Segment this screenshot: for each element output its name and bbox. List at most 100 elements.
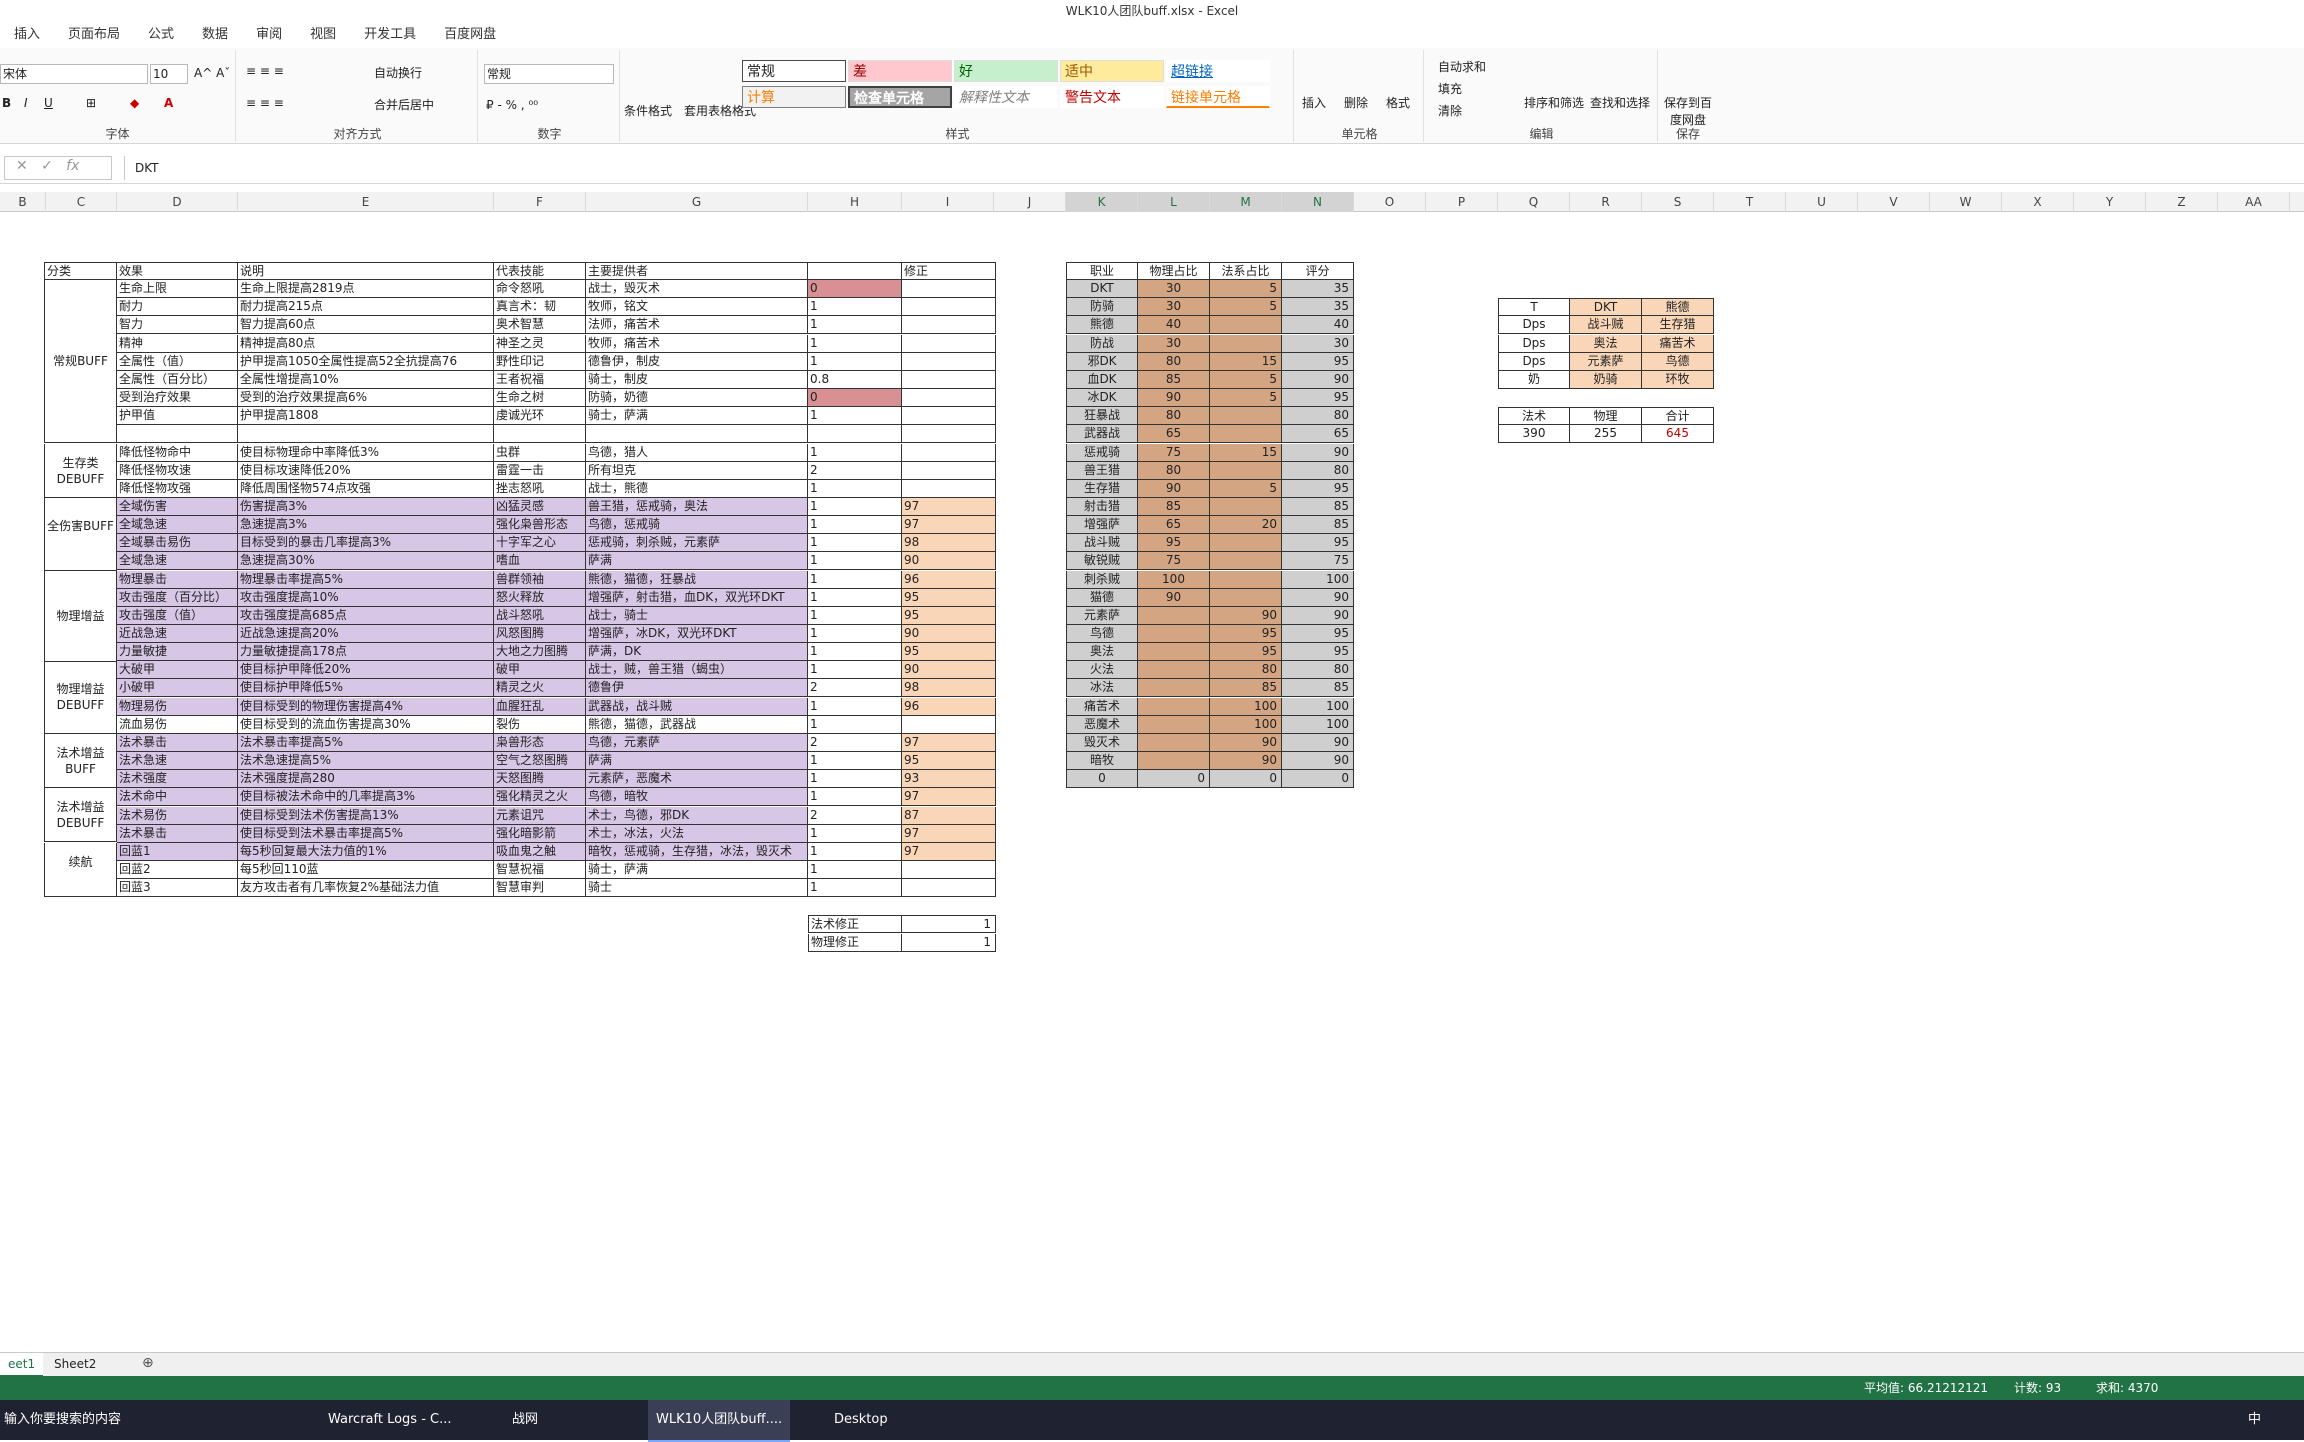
buff-cell[interactable]: 近战急速 — [117, 625, 238, 643]
buff-cell[interactable]: 法术强度提高280 — [238, 770, 494, 788]
buff-value[interactable]: 1 — [808, 298, 902, 316]
team-cell[interactable]: DKT — [1570, 298, 1642, 316]
buff-cell[interactable]: 目标受到的暴击几率提高3% — [238, 534, 494, 552]
buff-cell[interactable]: 所有坦克 — [586, 462, 808, 480]
class-cell[interactable]: 40 — [1138, 316, 1210, 334]
cancel-icon[interactable]: ✕ ✓ fx — [16, 158, 79, 174]
buff-cell[interactable]: 降低周围怪物574点攻强 — [238, 480, 494, 498]
autosum-button[interactable]: 自动求和 — [1438, 58, 1486, 75]
class-cell[interactable]: 奥法 — [1066, 643, 1138, 661]
buff-modifier[interactable] — [902, 879, 996, 897]
buff-modifier[interactable]: 98 — [902, 534, 996, 552]
buff-value[interactable]: 1 — [808, 661, 902, 679]
buff-modifier[interactable] — [902, 407, 996, 425]
buff-cell[interactable]: 伤害提高3% — [238, 498, 494, 516]
buff-cell[interactable]: 战士，毁灭术 — [586, 280, 808, 298]
class-cell[interactable]: 15 — [1210, 444, 1282, 462]
align-left-icon[interactable]: ≡ ≡ ≡ — [246, 96, 284, 110]
modifier-value[interactable]: 1 — [902, 915, 996, 933]
class-cell[interactable]: 30 — [1282, 335, 1354, 353]
class-cell[interactable]: 0 — [1138, 770, 1210, 788]
buff-cell[interactable]: 武器战，战斗贼 — [586, 698, 808, 716]
class-cell[interactable] — [1138, 661, 1210, 679]
class-cell[interactable]: 100 — [1210, 716, 1282, 734]
buff-cell[interactable]: 全域急速 — [117, 552, 238, 570]
style-neutral[interactable]: 适中 — [1060, 60, 1164, 82]
buff-header[interactable]: 说明 — [238, 262, 494, 280]
buff-cell[interactable]: 惩戒骑，刺杀贼，元素萨 — [586, 534, 808, 552]
buff-cell[interactable]: 风怒图腾 — [494, 625, 586, 643]
buff-cell[interactable]: 物理易伤 — [117, 698, 238, 716]
class-cell[interactable]: 100 — [1282, 716, 1354, 734]
buff-value[interactable]: 1 — [808, 625, 902, 643]
conditional-format-button[interactable]: 条件格式 — [624, 102, 672, 119]
buff-cell[interactable]: 强化精灵之火 — [494, 788, 586, 806]
category-label[interactable]: 常规BUFF — [44, 280, 117, 443]
class-cell[interactable]: 战斗贼 — [1066, 534, 1138, 552]
buff-cell[interactable]: 兽群领袖 — [494, 571, 586, 589]
class-cell[interactable] — [1138, 752, 1210, 770]
buff-cell[interactable]: 法术暴击 — [117, 734, 238, 752]
team-total[interactable]: 645 — [1642, 425, 1714, 443]
merge-center-button[interactable]: 合并后居中 — [374, 96, 434, 113]
team-total-header[interactable]: 物理 — [1570, 407, 1642, 425]
buff-value[interactable]: 1 — [808, 498, 902, 516]
buff-modifier[interactable] — [902, 371, 996, 389]
team-total-header[interactable]: 法术 — [1498, 407, 1570, 425]
buff-cell[interactable]: 虔诚光环 — [494, 407, 586, 425]
buff-value[interactable]: 2 — [808, 807, 902, 825]
sort-filter-button[interactable]: 排序和筛选 — [1524, 94, 1584, 111]
format-button[interactable]: 格式 — [1386, 94, 1410, 111]
category-label[interactable]: 物理增益DEBUFF — [44, 661, 117, 734]
number-format-select[interactable]: 常规 — [484, 64, 614, 84]
buff-cell[interactable]: 雷霆一击 — [494, 462, 586, 480]
class-cell[interactable]: 75 — [1138, 552, 1210, 570]
buff-value[interactable]: 1 — [808, 788, 902, 806]
class-cell[interactable]: 痛苦术 — [1066, 698, 1138, 716]
buff-cell[interactable]: 牧师，痛苦术 — [586, 335, 808, 353]
column-header[interactable]: U — [1786, 192, 1858, 212]
buff-cell[interactable]: 凶猛灵感 — [494, 498, 586, 516]
tab-formulas[interactable]: 公式 — [134, 22, 188, 48]
class-cell[interactable]: 15 — [1210, 353, 1282, 371]
class-cell[interactable]: 熊德 — [1066, 316, 1138, 334]
buff-cell[interactable]: 小破甲 — [117, 679, 238, 697]
class-cell[interactable]: 刺杀贼 — [1066, 571, 1138, 589]
class-cell[interactable]: 敏锐贼 — [1066, 552, 1138, 570]
buff-cell[interactable]: 真言术：韧 — [494, 298, 586, 316]
buff-value[interactable]: 1 — [808, 407, 902, 425]
buff-cell[interactable]: 回蓝1 — [117, 843, 238, 861]
class-cell[interactable] — [1210, 425, 1282, 443]
buff-cell[interactable]: 力量敏捷 — [117, 643, 238, 661]
tab-baidu[interactable]: 百度网盘 — [430, 22, 510, 48]
buff-cell[interactable]: 使目标物理命中率降低3% — [238, 444, 494, 462]
class-cell[interactable]: 鸟德 — [1066, 625, 1138, 643]
column-header[interactable]: X — [2002, 192, 2074, 212]
tab-review[interactable]: 审阅 — [242, 22, 296, 48]
class-cell[interactable]: 90 — [1210, 752, 1282, 770]
class-cell[interactable]: 80 — [1138, 407, 1210, 425]
class-cell[interactable] — [1138, 734, 1210, 752]
class-cell[interactable]: 0 — [1066, 770, 1138, 788]
buff-value[interactable]: 1 — [808, 316, 902, 334]
class-cell[interactable]: 90 — [1282, 444, 1354, 462]
column-header[interactable]: Z — [2146, 192, 2218, 212]
buff-modifier[interactable]: 95 — [902, 643, 996, 661]
wrap-text-button[interactable]: 自动换行 — [374, 64, 422, 81]
buff-cell[interactable]: 战士，贼，兽王猎（蝎虫） — [586, 661, 808, 679]
buff-cell[interactable]: 急速提高30% — [238, 552, 494, 570]
class-cell[interactable]: 95 — [1138, 534, 1210, 552]
class-cell[interactable]: 95 — [1210, 625, 1282, 643]
buff-cell[interactable]: 耐力提高215点 — [238, 298, 494, 316]
buff-cell[interactable] — [586, 425, 808, 443]
save-baidu-button[interactable]: 保存到百度网盘 — [1660, 94, 1716, 128]
buff-cell[interactable]: 骑士 — [586, 879, 808, 897]
buff-cell[interactable]: 受到治疗效果 — [117, 389, 238, 407]
style-explanatory[interactable]: 解释性文本 — [954, 86, 1058, 108]
buff-cell[interactable]: 十字军之心 — [494, 534, 586, 552]
buff-cell[interactable]: 全属性（值） — [117, 353, 238, 371]
class-cell[interactable]: 40 — [1282, 316, 1354, 334]
buff-cell[interactable]: 鸟德，猎人 — [586, 444, 808, 462]
buff-cell[interactable]: 萨满，DK — [586, 643, 808, 661]
class-cell[interactable]: 80 — [1138, 353, 1210, 371]
